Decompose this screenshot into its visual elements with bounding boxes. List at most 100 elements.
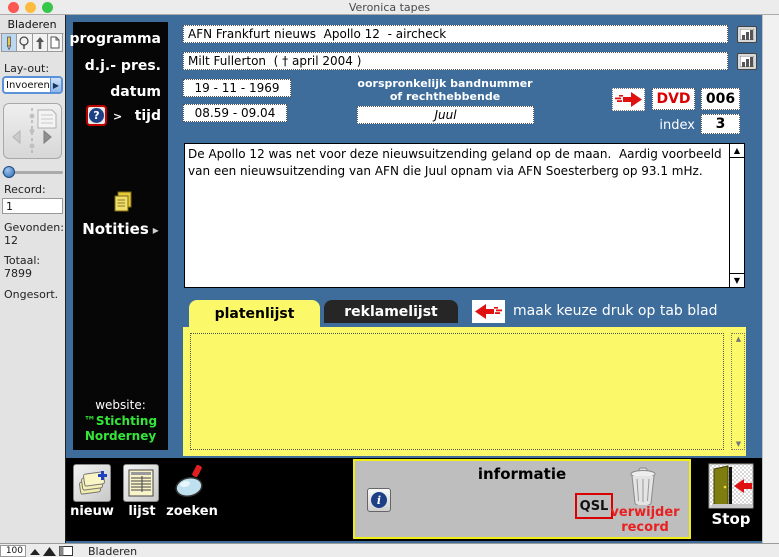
pencil-icon — [5, 36, 13, 50]
tab-hint-arrow-button[interactable] — [472, 300, 505, 323]
total-count: 7899 — [4, 267, 32, 280]
bar-chart-icon — [740, 56, 754, 67]
red-arrow-left-icon — [475, 304, 502, 319]
tijd-help-button[interactable]: ? — [86, 105, 107, 126]
zoom-level-box[interactable]: 100 — [0, 545, 26, 557]
window-title: Veronica tapes — [0, 1, 779, 14]
datum-label: datum — [110, 84, 161, 100]
page-icon — [50, 36, 60, 49]
lijst-label: lijst — [121, 504, 163, 519]
bandnummer-label-line1: oorspronkelijk bandnummer — [345, 77, 545, 90]
window-status-bar: 100 Bladeren — [0, 543, 779, 557]
footer-bar: nieuw lijst zoeken informatie i QSL — [66, 458, 762, 541]
window-right-margin — [762, 15, 779, 557]
scroll-up-icon[interactable]: ▲ — [730, 144, 744, 158]
layout-popup-value: Invoeren — [4, 80, 50, 91]
zoom-out-button[interactable] — [29, 545, 41, 557]
magnifier-tool-button[interactable] — [17, 34, 32, 51]
programma-field[interactable]: AFN Frankfurt nieuws Apollo 12 - airchec… — [183, 25, 728, 43]
bandnummer-field[interactable]: Juul — [357, 106, 534, 124]
media-number-field[interactable]: 006 — [701, 88, 740, 110]
tab-platenlijst[interactable]: platenlijst — [189, 300, 320, 327]
tijd-caret: > — [113, 110, 122, 123]
layout-popup[interactable]: Invoeren ▶ — [2, 76, 63, 94]
record-book-navigator[interactable] — [3, 103, 62, 159]
website-link-line1[interactable]: ™Stichting — [73, 414, 168, 428]
stop-label: Stop — [700, 510, 762, 528]
tab-hint-text: maak keuze druk op tab blad — [513, 303, 717, 319]
arrow-up-icon — [35, 36, 45, 50]
scroll-down-icon[interactable]: ▼ — [733, 440, 744, 448]
goto-media-button[interactable] — [612, 88, 645, 111]
platenlijst-field[interactable] — [190, 333, 724, 450]
layout-page-tool-button[interactable] — [48, 34, 62, 51]
tijd-field[interactable]: 08.59 - 09.04 — [183, 104, 287, 122]
magnifier-icon — [18, 36, 30, 50]
media-type-field[interactable]: DVD — [652, 88, 695, 110]
notities-caret-icon: ▸ — [153, 223, 159, 237]
status-area-toggle-button[interactable] — [58, 545, 74, 557]
info-button[interactable]: i — [367, 488, 391, 512]
notities-button[interactable]: Notities ▸ — [73, 220, 168, 238]
notities-text[interactable]: De Apollo 12 was net voor deze nieuwsuit… — [188, 146, 726, 179]
pencil-tool-button[interactable] — [2, 34, 17, 51]
red-arrow-right-icon — [615, 92, 642, 107]
exit-door-icon — [708, 463, 754, 511]
popup-arrow-icon: ▶ — [50, 78, 61, 92]
arrow-up-tool-button[interactable] — [33, 34, 48, 51]
notities-notes-icon — [112, 190, 134, 214]
stop-button[interactable] — [707, 462, 755, 512]
zoom-in-button[interactable] — [42, 545, 56, 557]
record-label: Record: — [4, 183, 46, 196]
index-label: index — [640, 118, 695, 133]
total-label: Totaal: — [4, 254, 40, 267]
website-label: website: — [73, 398, 168, 412]
question-mark-icon: ? — [89, 108, 104, 123]
status-area: Bladeren Lay-out: Invoeren ▶ — [0, 15, 66, 543]
platenlijst-panel: ▲ ▼ — [183, 327, 746, 456]
found-label: Gevonden: — [4, 221, 64, 234]
field-label-sidebar: programma d.j.- pres. datum ? > tijd Not… — [73, 22, 168, 450]
lijst-button[interactable] — [123, 464, 159, 502]
slider-knob[interactable] — [3, 166, 15, 178]
zoeken-button[interactable] — [168, 462, 212, 504]
titlebar: Veronica tapes — [0, 0, 779, 15]
record-slider[interactable] — [2, 166, 63, 178]
scroll-down-icon[interactable]: ▼ — [730, 273, 744, 287]
list-document-icon — [127, 468, 155, 498]
zoom-in-icon — [43, 546, 56, 556]
tab-reklamelijst[interactable]: reklamelijst — [324, 300, 458, 323]
bandnummer-label-line2: of rechthebbende — [345, 90, 545, 103]
sort-status: Ongesort. — [4, 288, 58, 301]
trash-icon — [626, 467, 660, 505]
website-link-line2[interactable]: Norderney — [73, 429, 168, 443]
info-icon: i — [371, 492, 387, 508]
record-number-input[interactable]: 1 — [2, 198, 63, 214]
verwijder-record-button[interactable] — [624, 466, 662, 506]
dj-pres-index-button[interactable] — [737, 53, 757, 70]
new-record-cards-icon — [77, 469, 107, 497]
nieuw-button[interactable] — [73, 464, 111, 502]
dj-pres-field[interactable]: Milt Fullerton ( † april 2004 ) — [183, 52, 728, 70]
magnifier-search-icon — [170, 463, 210, 503]
index-field[interactable]: 3 — [701, 114, 740, 134]
datum-field[interactable]: 19 - 11 - 1969 — [183, 79, 291, 97]
found-count: 12 — [4, 234, 18, 247]
mode-header: Bladeren — [0, 18, 64, 34]
tijd-label: tijd — [135, 108, 161, 124]
veronica-tapes-window: Veronica tapes Bladeren Lay-out: Invoere… — [0, 0, 779, 557]
book-icon — [4, 104, 61, 158]
scroll-up-icon[interactable]: ▲ — [733, 335, 744, 343]
zoom-out-icon — [30, 547, 40, 555]
bar-chart-icon — [740, 29, 754, 40]
programma-label: programma — [69, 31, 161, 47]
notes-scrollbar[interactable]: ▲ ▼ — [729, 144, 744, 287]
tool-palette — [1, 33, 63, 52]
zoeken-label: zoeken — [164, 504, 220, 519]
notities-text-area[interactable]: De Apollo 12 was net voor deze nieuwsuit… — [184, 143, 745, 288]
mode-popup[interactable]: Bladeren — [88, 545, 137, 557]
programma-index-button[interactable] — [737, 26, 757, 43]
notities-label: Notities — [82, 220, 149, 238]
dj-pres-label: d.j.- pres. — [85, 58, 161, 74]
platenlijst-scrollbar[interactable]: ▲ ▼ — [731, 333, 745, 450]
